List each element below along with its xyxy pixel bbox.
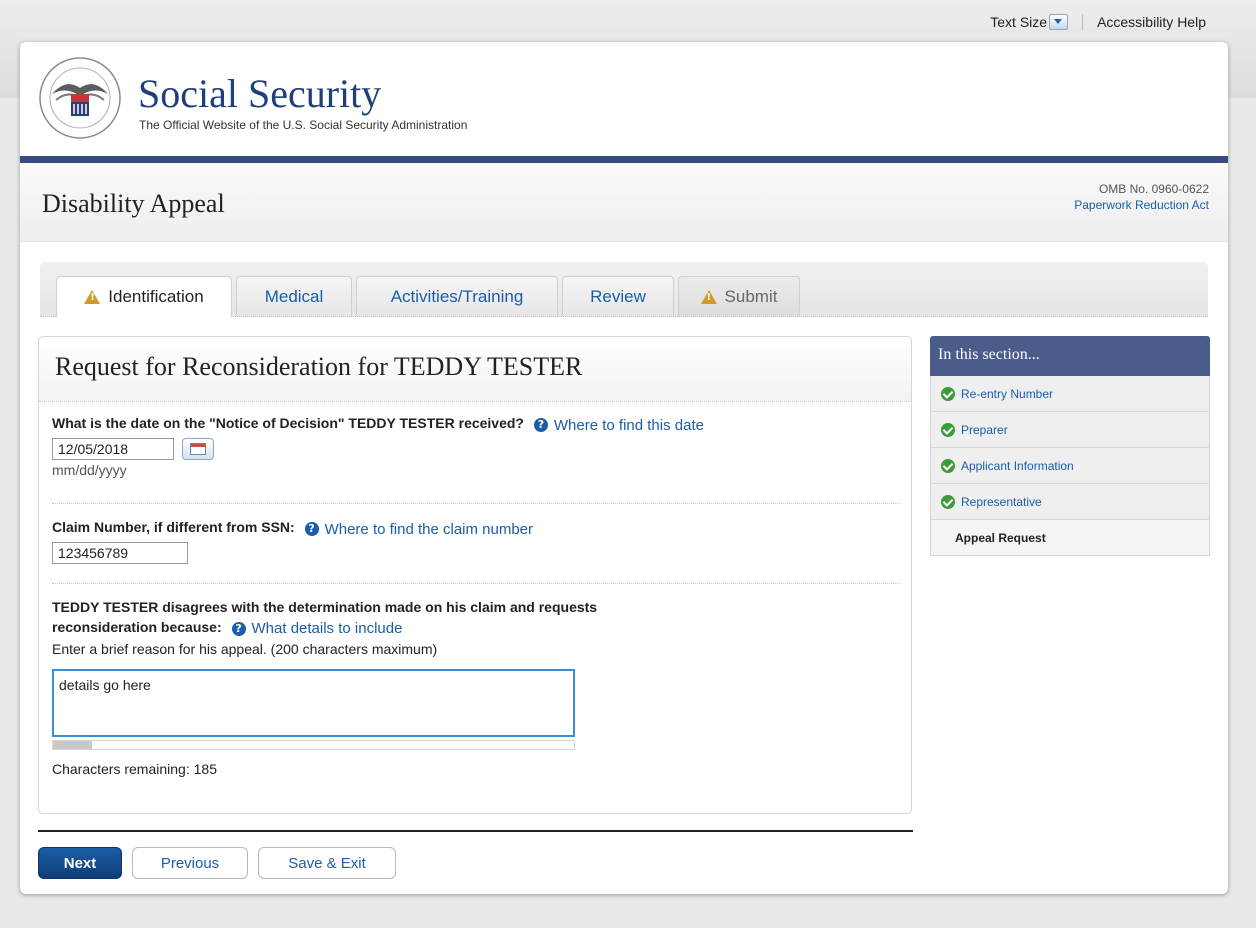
claim-number-label: Claim Number, if different from SSN: (52, 519, 295, 535)
reason-label-line1: TEDDY TESTER disagrees with the determin… (52, 599, 598, 615)
sidebar-item-appeal-request: Appeal Request (930, 520, 1210, 556)
section-nav: In this section... Re-entry Number Prepa… (930, 336, 1210, 556)
date-format-hint: mm/dd/yyyy (52, 461, 127, 478)
sidebar-item-representative[interactable]: Representative (930, 484, 1210, 520)
site-title[interactable]: Social Security (138, 70, 381, 117)
site-subtitle: The Official Website of the U.S. Social … (139, 118, 468, 132)
claim-number-input[interactable] (52, 541, 188, 564)
help-icon: ? (231, 622, 246, 636)
help-link-text: Where to find the claim number (324, 520, 534, 538)
help-icon: ? (304, 522, 319, 536)
text-size-control[interactable]: Text Size (990, 14, 1069, 30)
footer-rule (38, 830, 913, 832)
help-icon: ? (533, 418, 548, 432)
ssa-seal-icon (39, 57, 121, 139)
tab-identification[interactable]: Identification (56, 276, 232, 317)
chevron-down-icon[interactable] (1049, 14, 1069, 30)
divider (52, 583, 900, 584)
tab-review[interactable]: Review (562, 276, 674, 316)
page-title-bar: Disability Appeal OMB No. 0960-0622 Pape… (20, 163, 1228, 242)
form-heading: Request for Reconsideration for TEDDY TE… (55, 352, 583, 381)
reason-question: TEDDY TESTER disagrees with the determin… (52, 597, 597, 659)
notice-date-label: What is the date on the "Notice of Decis… (52, 415, 524, 431)
form-panel-header: Request for Reconsideration for TEDDY TE… (39, 337, 911, 402)
character-usage-bar (52, 740, 575, 750)
character-usage-fill (53, 741, 93, 749)
warning-icon (700, 289, 717, 304)
omb-info: OMB No. 0960-0622 Paperwork Reduction Ac… (1074, 181, 1209, 213)
sidebar-item-applicant-information[interactable]: Applicant Information (930, 448, 1210, 484)
remaining-label: Characters remaining: (52, 761, 190, 777)
check-circle-icon (941, 422, 955, 437)
notice-date-help-link[interactable]: ? Where to find this date (533, 416, 704, 434)
notice-date-input[interactable] (52, 437, 174, 460)
page-card: Social Security The Official Website of … (20, 42, 1228, 894)
accessibility-help-link[interactable]: Accessibility Help (1097, 14, 1206, 30)
help-link-text: Where to find this date (553, 416, 704, 434)
characters-remaining: Characters remaining: 185 (52, 761, 217, 777)
next-button[interactable]: Next (38, 847, 122, 879)
page-title: Disability Appeal (42, 189, 225, 218)
tab-label: Submit (724, 286, 778, 306)
check-circle-icon (941, 386, 955, 401)
tab-label: Activities/Training (390, 286, 524, 306)
utility-bar: Text Size Accessibility Help (990, 14, 1206, 30)
tab-label: Identification (108, 287, 204, 306)
sidebar-item-label: Re-entry Number (961, 386, 1054, 401)
check-circle-icon (941, 494, 955, 509)
section-nav-heading: In this section... (930, 336, 1210, 376)
form-panel: Request for Reconsideration for TEDDY TE… (38, 336, 912, 814)
warning-icon (84, 290, 101, 304)
reason-help-link[interactable]: ? What details to include (231, 619, 403, 639)
site-header: Social Security The Official Website of … (20, 42, 1228, 156)
tab-label: Review (590, 286, 646, 306)
reason-label-line2: reconsideration because: (52, 619, 222, 635)
sidebar-item-label: Preparer (961, 422, 1008, 437)
sidebar-item-label: Appeal Request (955, 530, 1046, 545)
sidebar-item-label: Representative (961, 494, 1042, 509)
remaining-count: 185 (193, 761, 217, 777)
claim-number-help-link[interactable]: ? Where to find the claim number (304, 520, 534, 538)
save-exit-button[interactable]: Save & Exit (258, 847, 396, 879)
header-rule (20, 156, 1228, 163)
tab-bar: Identification Medical Activities/Traini… (40, 262, 1208, 317)
reason-textarea[interactable]: details go here (52, 669, 575, 737)
check-circle-icon (941, 458, 955, 473)
previous-button[interactable]: Previous (132, 847, 248, 879)
tab-activities-training[interactable]: Activities/Training (356, 276, 558, 316)
calendar-icon[interactable] (182, 437, 214, 460)
omb-number: OMB No. 0960-0622 (1098, 182, 1209, 196)
sidebar-item-preparer[interactable]: Preparer (930, 412, 1210, 448)
sidebar-item-label: Applicant Information (961, 458, 1074, 473)
tab-medical[interactable]: Medical (236, 276, 352, 316)
notice-date-question: What is the date on the "Notice of Decis… (52, 415, 704, 478)
text-size-label: Text Size (990, 14, 1048, 30)
divider (52, 503, 900, 504)
divider (1082, 14, 1084, 30)
tab-label: Medical (264, 286, 324, 306)
claim-number-question: Claim Number, if different from SSN: ? W… (52, 519, 533, 564)
reason-instruction: Enter a brief reason for his appeal. (20… (52, 641, 438, 657)
paperwork-reduction-link[interactable]: Paperwork Reduction Act (1074, 198, 1209, 212)
sidebar-item-re-entry-number[interactable]: Re-entry Number (930, 376, 1210, 412)
tab-submit[interactable]: Submit (678, 276, 800, 316)
help-link-text: What details to include (251, 620, 403, 637)
